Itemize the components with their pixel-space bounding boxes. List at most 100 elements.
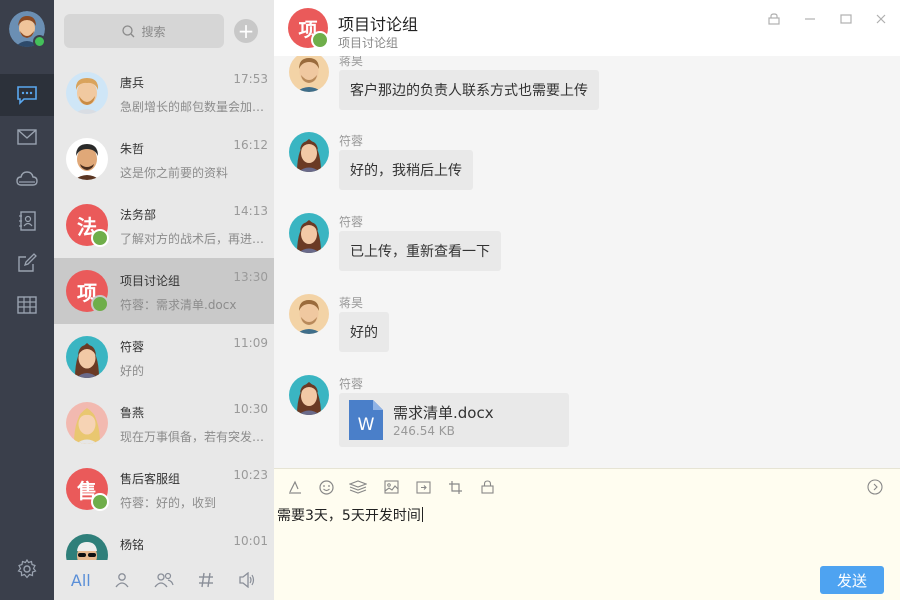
avatar: [66, 336, 108, 378]
close-button[interactable]: [872, 10, 890, 28]
conversation-time: 10:23: [233, 468, 268, 482]
settings-button[interactable]: [0, 548, 54, 590]
person-icon: [115, 573, 129, 588]
chat-title: 项目讨论组: [338, 15, 419, 34]
message-sender: 蒋昊: [339, 56, 364, 68]
avatar[interactable]: [289, 213, 329, 253]
file-attachment[interactable]: W 需求清单.docx 246.54 KB: [339, 393, 569, 447]
more-options-button[interactable]: [865, 477, 885, 497]
lock-window-button[interactable]: [765, 10, 783, 28]
secure-send-button[interactable]: [477, 477, 497, 497]
mail-icon: [17, 129, 37, 145]
message-composer: 需要3天，5天开发时间 发送: [274, 468, 900, 600]
chat-panel: 项 项目讨论组 项目讨论组 蒋昊 客户那边的负责人联系方式也需要上传 符蓉 好的…: [274, 0, 900, 600]
send-button[interactable]: 发送: [820, 566, 884, 594]
conversation-item[interactable]: 朱哲 16:12 这是你之前要的资料: [54, 126, 274, 192]
chevron-right-circle-icon: [867, 479, 883, 495]
avatar: 法: [66, 204, 109, 247]
search-placeholder: 搜索: [141, 24, 166, 39]
avatar[interactable]: [289, 375, 329, 415]
conversation-name: 唐兵: [120, 76, 145, 90]
tab-all[interactable]: All: [66, 565, 96, 595]
conversation-name: 法务部: [120, 208, 157, 222]
file-name: 需求清单.docx: [393, 404, 494, 422]
avatar[interactable]: [289, 132, 329, 172]
conversation-item[interactable]: 符蓉 11:09 好的: [54, 324, 274, 390]
tab-groups[interactable]: [149, 565, 179, 595]
conversation-name: 朱哲: [120, 142, 145, 156]
conversation-preview: 符蓉：需求清单.docx: [120, 298, 237, 312]
tab-broadcast[interactable]: [232, 565, 262, 595]
close-icon: [876, 14, 886, 24]
conversation-item[interactable]: 鲁燕 10:30 现在万事俱备，若有突发状况再说: [54, 390, 274, 456]
message-sender: 蒋昊: [339, 296, 364, 310]
nav-cloud[interactable]: [0, 158, 54, 200]
image-icon: [383, 480, 399, 494]
message-bubble[interactable]: 好的，我稍后上传: [339, 150, 473, 190]
gear-icon: [17, 559, 37, 579]
font-icon: [289, 480, 301, 494]
tab-contacts[interactable]: [107, 565, 137, 595]
tab-channels[interactable]: [191, 565, 221, 595]
message-list: 蒋昊 客户那边的负责人联系方式也需要上传 符蓉 好的，我稍后上传 符蓉 已上传，…: [274, 56, 900, 468]
nav-table[interactable]: [0, 284, 54, 326]
conversation-item[interactable]: 唐兵 17:53 急剧增长的邮包数量会加剧现有困难: [54, 60, 274, 126]
avatar: [66, 534, 108, 560]
online-status-icon: [33, 35, 46, 48]
stack-button[interactable]: [348, 477, 368, 497]
message-input[interactable]: 需要3天，5天开发时间: [277, 505, 423, 525]
minimize-button[interactable]: [801, 10, 819, 28]
conversation-preview: 这是你之前要的资料: [120, 166, 229, 180]
minimize-icon: [805, 18, 815, 20]
speaker-icon: [239, 572, 255, 588]
message-bubble[interactable]: 好的: [339, 312, 389, 352]
file-size: 246.54 KB: [393, 424, 455, 438]
message-bubble[interactable]: 客户那边的负责人联系方式也需要上传: [339, 70, 599, 110]
file-button[interactable]: [413, 477, 433, 497]
conversation-item[interactable]: 法 法务部 14:13 了解对方的战术后，再进行下一步: [54, 192, 274, 258]
screenshot-button[interactable]: [445, 477, 465, 497]
left-rail: [0, 0, 54, 600]
folder-icon: [415, 481, 431, 494]
image-button[interactable]: [381, 477, 401, 497]
chat-avatar[interactable]: 项: [288, 8, 329, 49]
conversation-time: 16:12: [233, 138, 268, 152]
table-icon: [17, 296, 37, 314]
hash-icon: [198, 572, 213, 588]
message-bubble[interactable]: 已上传，重新查看一下: [339, 231, 501, 271]
add-conversation-button[interactable]: +: [234, 19, 258, 43]
message-sender: 符蓉: [339, 215, 364, 229]
nav-messages[interactable]: [0, 74, 54, 116]
chat-bubble-icon: [17, 86, 37, 105]
plus-icon: +: [237, 19, 255, 43]
edit-note-icon: [18, 253, 37, 272]
crop-icon: [448, 480, 462, 494]
conversation-list: 唐兵 17:53 急剧增长的邮包数量会加剧现有困难 朱哲 16:12 这是你之前…: [54, 60, 274, 560]
font-style-button[interactable]: [285, 477, 305, 497]
emoji-button[interactable]: [316, 477, 336, 497]
nav-contacts[interactable]: [0, 200, 54, 242]
lock-icon: [480, 480, 494, 494]
avatar[interactable]: [289, 56, 329, 92]
maximize-button[interactable]: [837, 10, 855, 28]
list-filter-tabs: All: [54, 560, 274, 600]
avatar: 售: [66, 468, 109, 511]
conversation-preview: 了解对方的战术后，再进行下一步: [120, 232, 268, 246]
nav-mail[interactable]: [0, 116, 54, 158]
word-document-icon: W: [349, 400, 383, 440]
my-avatar[interactable]: [9, 11, 46, 48]
chat-header: 项 项目讨论组 项目讨论组: [274, 0, 900, 56]
search-input[interactable]: 搜索: [64, 14, 224, 48]
conversation-name: 杨铭: [120, 538, 145, 552]
conversation-item[interactable]: 售 售后客服组 10:23 符蓉：好的，收到: [54, 456, 274, 522]
conversation-item[interactable]: 项 项目讨论组 13:30 符蓉：需求清单.docx: [54, 258, 274, 324]
maximize-icon: [840, 14, 852, 24]
contacts-book-icon: [19, 211, 36, 231]
nav-notes[interactable]: [0, 242, 54, 284]
avatar: [66, 402, 108, 444]
avatar[interactable]: [289, 294, 329, 334]
conversation-preview: 现在万事俱备，若有突发状况再说: [120, 430, 268, 444]
conversation-item[interactable]: 杨铭 10:01: [54, 522, 274, 560]
avatar: [66, 72, 108, 114]
conversation-list-panel: 搜索 + 唐兵 17:53 急剧增长的邮包数量会加剧现有困难 朱哲 16:12 …: [54, 0, 274, 600]
